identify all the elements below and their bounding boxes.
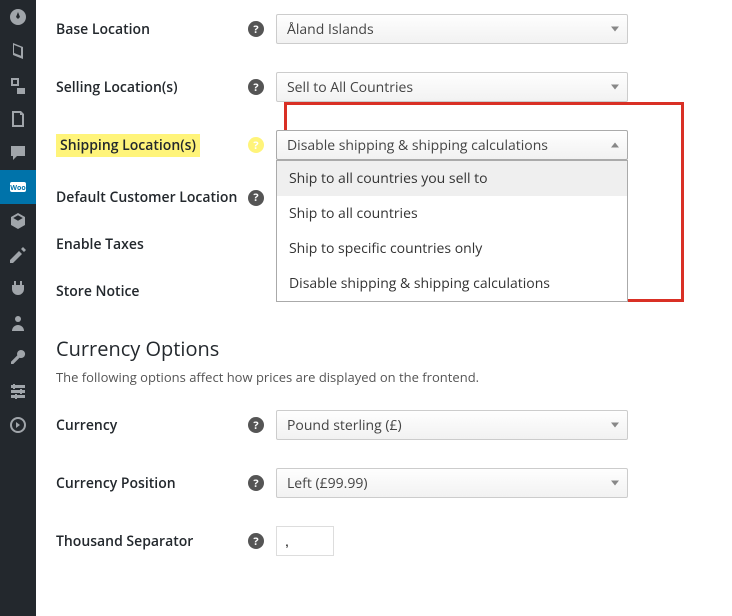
select-currency-position[interactable]: Left (£99.99) (276, 468, 628, 498)
dropdown-option[interactable]: Ship to specific countries only (277, 231, 627, 266)
sidebar-media[interactable] (0, 68, 36, 102)
help-icon[interactable]: ? (248, 417, 264, 433)
label-currency-position: Currency Position ? (56, 474, 276, 493)
chevron-up-icon (611, 143, 619, 148)
sidebar-tools[interactable] (0, 340, 36, 374)
help-icon[interactable]: ? (248, 190, 264, 206)
row-thousand-separator: Thousand Separator ? (56, 512, 712, 570)
select-base-location[interactable]: Åland Islands (276, 14, 628, 44)
select-shipping-location[interactable]: Disable shipping & shipping calculations (276, 130, 628, 160)
label-currency: Currency ? (56, 416, 276, 435)
sidebar-appearance[interactable] (0, 238, 36, 272)
help-icon[interactable]: ? (248, 79, 264, 95)
row-currency: Currency ? Pound sterling (£) (56, 396, 712, 454)
sidebar-posts[interactable] (0, 34, 36, 68)
chevron-down-icon (611, 27, 619, 32)
label-selling-location: Selling Location(s) ? (56, 78, 276, 97)
help-icon[interactable]: ? (248, 475, 264, 491)
sidebar-collapse[interactable] (0, 408, 36, 442)
input-thousand-separator[interactable] (276, 526, 334, 556)
row-currency-position: Currency Position ? Left (£99.99) (56, 454, 712, 512)
label-shipping-location: Shipping Location(s) ? (56, 134, 276, 157)
dropdown-shipping-location: Ship to all countries you sell to Ship t… (276, 160, 628, 302)
select-currency[interactable]: Pound sterling (£) (276, 410, 628, 440)
chevron-down-icon (611, 481, 619, 486)
dropdown-option[interactable]: Ship to all countries you sell to (277, 161, 627, 196)
sidebar-dashboard[interactable] (0, 0, 36, 34)
help-icon[interactable]: ? (248, 533, 264, 549)
label-thousand-separator: Thousand Separator ? (56, 532, 276, 551)
chevron-down-icon (611, 85, 619, 90)
chevron-down-icon (611, 423, 619, 428)
row-selling-location: Selling Location(s) ? Sell to All Countr… (56, 58, 712, 116)
sidebar-users[interactable] (0, 306, 36, 340)
label-default-customer-location: Default Customer Location ? (56, 188, 276, 207)
row-shipping-location: Shipping Location(s) ? Disable shipping … (56, 116, 712, 174)
dropdown-option[interactable]: Ship to all countries (277, 196, 627, 231)
admin-sidebar: Woo (0, 0, 36, 616)
heading-currency-options: Currency Options (56, 335, 712, 362)
sidebar-woocommerce[interactable]: Woo (0, 170, 36, 204)
desc-currency-options: The following options affect how prices … (56, 368, 712, 386)
sidebar-comments[interactable] (0, 136, 36, 170)
label-base-location: Base Location ? (56, 20, 276, 39)
select-selling-location[interactable]: Sell to All Countries (276, 72, 628, 102)
settings-content: Base Location ? Åland Islands Selling Lo… (36, 0, 732, 616)
dropdown-option[interactable]: Disable shipping & shipping calculations (277, 266, 627, 301)
sidebar-plugins[interactable] (0, 272, 36, 306)
sidebar-pages[interactable] (0, 102, 36, 136)
help-icon[interactable]: ? (248, 137, 264, 153)
sidebar-settings[interactable] (0, 374, 36, 408)
row-base-location: Base Location ? Åland Islands (56, 0, 712, 58)
label-enable-taxes: Enable Taxes (56, 235, 276, 254)
help-icon[interactable]: ? (248, 21, 264, 37)
svg-text:Woo: Woo (10, 184, 26, 193)
sidebar-products[interactable] (0, 204, 36, 238)
label-store-notice: Store Notice (56, 282, 276, 301)
